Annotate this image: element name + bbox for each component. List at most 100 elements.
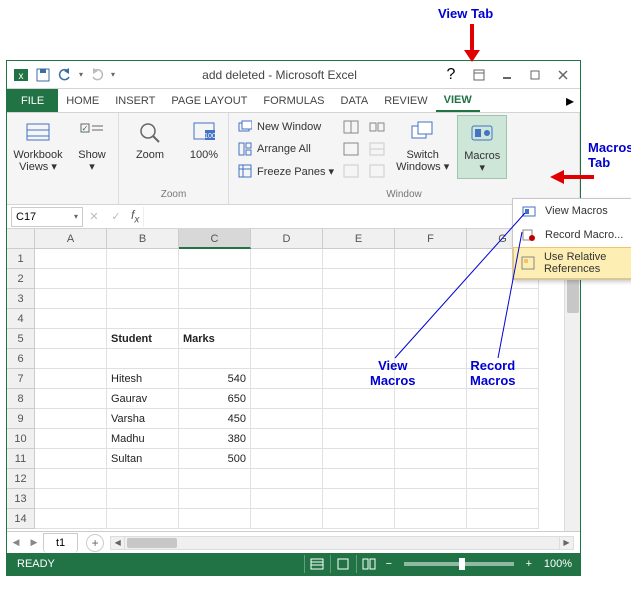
arrange-all-button[interactable]: Arrange All bbox=[235, 139, 336, 159]
tab-data[interactable]: DATA bbox=[333, 89, 377, 112]
save-icon[interactable] bbox=[35, 67, 51, 83]
sheet-tab[interactable]: t1 bbox=[43, 533, 78, 553]
cell[interactable]: Marks bbox=[179, 329, 251, 349]
freeze-panes-button[interactable]: Freeze Panes ▾ bbox=[235, 161, 336, 181]
cell[interactable] bbox=[251, 329, 323, 349]
zoom-button[interactable]: Zoom bbox=[125, 115, 175, 165]
cell[interactable] bbox=[467, 449, 539, 469]
enter-formula-button[interactable]: ✓ bbox=[105, 207, 127, 227]
select-all-corner[interactable] bbox=[7, 229, 35, 249]
tab-review[interactable]: REVIEW bbox=[376, 89, 435, 112]
row-header[interactable]: 3 bbox=[7, 289, 35, 309]
menu-record-macro[interactable]: Record Macro... bbox=[513, 223, 631, 247]
cell[interactable] bbox=[35, 409, 107, 429]
split-button[interactable] bbox=[340, 117, 362, 137]
view-side-button[interactable] bbox=[366, 117, 388, 137]
cell[interactable] bbox=[467, 509, 539, 529]
cell[interactable] bbox=[323, 309, 395, 329]
row-header[interactable]: 9 bbox=[7, 409, 35, 429]
scroll-right-button[interactable]: ▶ bbox=[559, 537, 573, 549]
cell[interactable] bbox=[107, 489, 179, 509]
zoom-out-button[interactable]: − bbox=[382, 558, 396, 570]
cell[interactable]: 380 bbox=[179, 429, 251, 449]
cell[interactable] bbox=[395, 329, 467, 349]
cell[interactable]: 450 bbox=[179, 409, 251, 429]
cell[interactable] bbox=[467, 429, 539, 449]
cell[interactable] bbox=[323, 469, 395, 489]
zoom-percent[interactable]: 100% bbox=[536, 558, 580, 570]
switch-windows-button[interactable]: SwitchWindows ▾ bbox=[392, 115, 453, 177]
col-header[interactable]: C bbox=[179, 229, 251, 249]
workbook-views-button[interactable]: WorkbookViews ▾ bbox=[13, 115, 63, 177]
cell[interactable] bbox=[395, 269, 467, 289]
tab-home[interactable]: HOME bbox=[58, 89, 107, 112]
col-header[interactable]: B bbox=[107, 229, 179, 249]
col-header[interactable]: D bbox=[251, 229, 323, 249]
row-header[interactable]: 6 bbox=[7, 349, 35, 369]
col-header[interactable]: F bbox=[395, 229, 467, 249]
cell[interactable] bbox=[467, 389, 539, 409]
cell[interactable] bbox=[251, 289, 323, 309]
cell[interactable]: Hitesh bbox=[107, 369, 179, 389]
cell[interactable] bbox=[323, 509, 395, 529]
zoom-slider-thumb[interactable] bbox=[459, 558, 465, 570]
row-header[interactable]: 12 bbox=[7, 469, 35, 489]
col-header[interactable]: A bbox=[35, 229, 107, 249]
cell[interactable] bbox=[35, 349, 107, 369]
cell[interactable] bbox=[35, 389, 107, 409]
col-header[interactable]: E bbox=[323, 229, 395, 249]
tab-insert[interactable]: INSERT bbox=[107, 89, 163, 112]
cell[interactable] bbox=[467, 469, 539, 489]
tab-file[interactable]: FILE bbox=[7, 89, 58, 112]
cell[interactable] bbox=[35, 309, 107, 329]
cell[interactable] bbox=[251, 449, 323, 469]
reset-position-button[interactable] bbox=[366, 161, 388, 181]
cell[interactable] bbox=[323, 409, 395, 429]
cell[interactable] bbox=[251, 489, 323, 509]
cell[interactable] bbox=[467, 489, 539, 509]
cell[interactable] bbox=[35, 469, 107, 489]
new-window-button[interactable]: New Window bbox=[235, 117, 336, 137]
row-header[interactable]: 2 bbox=[7, 269, 35, 289]
zoom-in-button[interactable]: + bbox=[522, 558, 536, 570]
zoom-100-button[interactable]: 100 100% bbox=[179, 115, 229, 165]
cell[interactable] bbox=[323, 449, 395, 469]
cell[interactable] bbox=[35, 289, 107, 309]
cell[interactable] bbox=[179, 349, 251, 369]
unhide-button[interactable] bbox=[340, 161, 362, 181]
cell[interactable]: 650 bbox=[179, 389, 251, 409]
cell[interactable] bbox=[395, 489, 467, 509]
cell[interactable] bbox=[179, 249, 251, 269]
cell[interactable] bbox=[179, 469, 251, 489]
qat-customize-icon[interactable]: ▾ bbox=[111, 70, 115, 79]
ribbon-display-button[interactable] bbox=[466, 65, 492, 85]
cell[interactable] bbox=[107, 269, 179, 289]
cell[interactable] bbox=[35, 509, 107, 529]
cell[interactable] bbox=[467, 309, 539, 329]
page-break-view-button[interactable] bbox=[356, 555, 382, 573]
show-button[interactable]: ✓ Show▾ bbox=[67, 115, 117, 177]
cell[interactable] bbox=[395, 429, 467, 449]
cell[interactable] bbox=[179, 489, 251, 509]
cell[interactable] bbox=[467, 329, 539, 349]
cell[interactable] bbox=[395, 449, 467, 469]
cell[interactable]: Madhu bbox=[107, 429, 179, 449]
row-header[interactable]: 4 bbox=[7, 309, 35, 329]
menu-use-relative-references[interactable]: Use Relative References bbox=[513, 247, 631, 279]
horizontal-scrollbar[interactable]: ◀ ▶ bbox=[110, 536, 574, 550]
row-header[interactable]: 7 bbox=[7, 369, 35, 389]
cell[interactable] bbox=[179, 309, 251, 329]
cell[interactable] bbox=[107, 309, 179, 329]
cell[interactable] bbox=[179, 289, 251, 309]
tab-view[interactable]: VIEW bbox=[436, 89, 480, 112]
undo-icon[interactable] bbox=[57, 67, 73, 83]
cell[interactable] bbox=[35, 449, 107, 469]
cell[interactable]: Varsha bbox=[107, 409, 179, 429]
cell[interactable] bbox=[107, 289, 179, 309]
cell[interactable] bbox=[251, 389, 323, 409]
scrollbar-thumb[interactable] bbox=[127, 538, 177, 548]
cell[interactable] bbox=[323, 489, 395, 509]
cell[interactable] bbox=[35, 329, 107, 349]
row-header[interactable]: 14 bbox=[7, 509, 35, 529]
scroll-left-button[interactable]: ◀ bbox=[111, 537, 125, 549]
